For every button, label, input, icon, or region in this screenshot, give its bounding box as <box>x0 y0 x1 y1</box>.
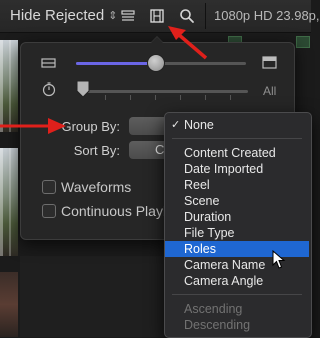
checkmark-icon: ✓ <box>171 119 181 131</box>
slider-tick <box>230 95 231 100</box>
updown-chevron-icon: ⇕ <box>108 10 118 22</box>
menu-item-file-type[interactable]: File Type <box>165 225 309 241</box>
duration-all-label: All <box>263 84 277 98</box>
slider-tick <box>205 95 206 100</box>
slider-tick <box>155 95 156 100</box>
sort-by-label: Sort By: <box>73 143 120 158</box>
clip-filter-label: Hide Rejected <box>10 7 105 24</box>
sort-by-popup-button[interactable]: C <box>129 141 169 159</box>
continuous-playback-checkbox[interactable] <box>42 204 56 218</box>
slider-tick <box>105 95 106 100</box>
clip-thumbnail[interactable] <box>0 40 18 132</box>
group-by-label: Group By: <box>61 119 120 134</box>
menu-item-reel[interactable]: Reel <box>165 177 309 193</box>
clip-thumbnail[interactable] <box>0 272 18 337</box>
popover-notch-inner <box>151 37 163 43</box>
menu-item-scene[interactable]: Scene <box>165 193 309 209</box>
slider-tick <box>180 95 181 100</box>
slider-tick <box>130 95 131 100</box>
continuous-playback-checkbox-row[interactable]: Continuous Playb <box>42 203 164 219</box>
clip-thumbnail[interactable] <box>0 148 18 256</box>
clip-height-slider-fill <box>76 62 156 65</box>
menu-item-camera-angle[interactable]: Camera Angle <box>165 273 309 289</box>
stopwatch-icon <box>42 82 56 97</box>
menu-item-content-created[interactable]: Content Created <box>165 145 309 161</box>
toolbar-divider <box>205 3 206 29</box>
menu-item-none[interactable]: ✓ None <box>165 117 309 133</box>
waveforms-label: Waveforms <box>61 179 132 195</box>
menu-item-ascending: Ascending <box>184 302 243 316</box>
browser-toolbar: Hide Rejected ⇕ 1080p HD 23.98p, <box>0 0 320 33</box>
menu-item-duration[interactable]: Duration <box>165 209 309 225</box>
clip-height-slider-knob[interactable] <box>147 54 165 72</box>
duration-slider-knob[interactable] <box>76 80 90 98</box>
clip-range-marker <box>296 36 310 48</box>
menu-item-camera-name[interactable]: Camera Name <box>165 257 309 273</box>
project-format-label: 1080p HD 23.98p, <box>214 8 320 23</box>
duration-slider-track[interactable] <box>80 90 248 93</box>
mouse-pointer-icon <box>272 250 286 269</box>
continuous-playback-label: Continuous Playb <box>61 203 164 219</box>
menu-separator <box>172 294 302 295</box>
waveforms-checkbox[interactable] <box>42 180 56 194</box>
clip-height-large-icon <box>262 56 277 69</box>
browser-empty-area <box>20 256 164 337</box>
group-by-popup-button[interactable] <box>129 117 169 135</box>
menu-item-roles[interactable]: Roles <box>165 241 309 257</box>
filmstrip-icon[interactable] <box>148 7 166 25</box>
menu-item-date-imported[interactable]: Date Imported <box>165 161 309 177</box>
menu-separator <box>172 138 302 139</box>
waveforms-checkbox-row[interactable]: Waveforms <box>42 179 131 195</box>
menu-item-descending: Descending <box>184 318 251 332</box>
clip-height-small-icon <box>41 58 56 68</box>
clip-filter-popup[interactable]: Hide Rejected ⇕ <box>10 7 117 25</box>
list-view-icon[interactable] <box>119 7 137 25</box>
search-icon[interactable] <box>178 7 196 25</box>
